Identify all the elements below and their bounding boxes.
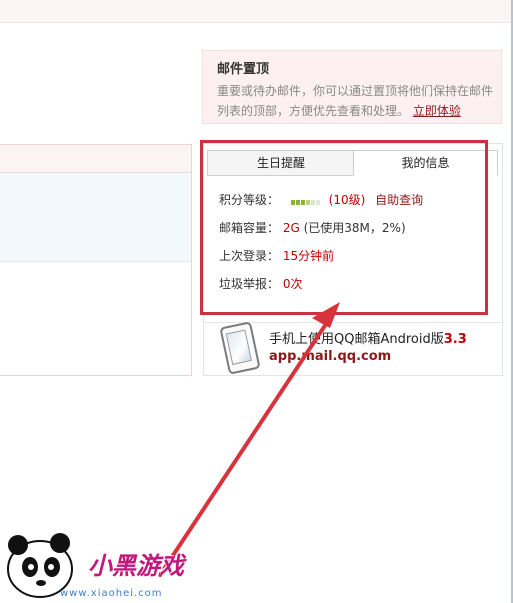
spam-row: 垃圾举报： 0次 [219,275,302,292]
self-query-link[interactable]: 自助查询 [375,193,423,207]
pin-tip-box: 邮件置顶 重要或待办邮件，你可以通过置顶将他们保持在邮件列表的顶部，方便优先查看… [202,50,502,124]
spam-label: 垃圾举报： [219,277,280,291]
last-login-label: 上次登录： [219,249,280,263]
capacity-label: 邮箱容量： [219,221,280,235]
android-promo-text[interactable]: 手机上使用QQ邮箱Android版3.3 [269,328,467,347]
left-panel-header [0,145,191,173]
last-login-row: 上次登录： 15分钟前 [219,247,334,264]
level-value: (10级) [328,193,366,207]
capacity-detail: (已使用38M，2%) [303,221,406,235]
capacity-row: 邮箱容量： 2G (已使用38M，2%) [219,219,406,236]
watermark-text: 小黑游戏 [88,552,184,580]
tab-birthday-reminder[interactable]: 生日提醒 [207,150,355,176]
spam-value: 0次 [282,277,303,291]
pin-tip-title: 邮件置顶 [217,62,270,77]
top-strip [0,0,513,23]
my-info-panel: 生日提醒 我的信息 积分等级： (10级) 自助查询 邮箱容量： 2G (已使用… [203,143,503,376]
watermark-url: www.xiaohei.com [60,588,163,599]
tab-divider [207,175,353,176]
left-panel-content [0,173,191,262]
pin-tip-description: 重要或待办邮件，你可以通过置顶将他们保持在邮件列表的顶部，方便优先查看和处理。 … [217,81,493,121]
try-now-link[interactable]: 立即体验 [413,104,461,118]
android-promo-label: 手机上使用QQ邮箱Android版 [269,332,444,347]
tab-my-info[interactable]: 我的信息 [353,150,498,176]
phone-icon[interactable] [219,321,261,375]
left-panel [0,144,192,376]
android-version: 3.3 [443,332,467,347]
level-bars-icon [290,194,321,208]
capacity-value: 2G [282,221,300,235]
level-label: 积分等级： [219,193,280,207]
level-row: 积分等级： (10级) 自助查询 [219,191,423,208]
last-login-value: 15分钟前 [282,249,335,263]
app-url-link[interactable]: app.mail.qq.com [269,349,391,364]
